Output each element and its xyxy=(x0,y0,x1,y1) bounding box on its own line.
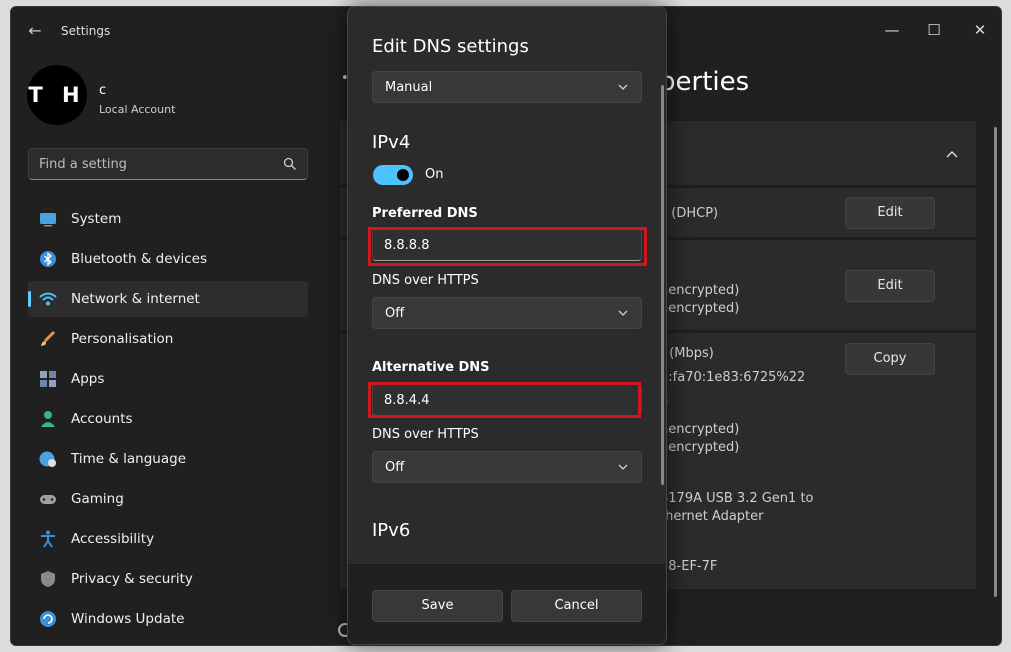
back-arrow-icon[interactable]: ← xyxy=(25,21,45,41)
ip-assignment-value: c (DHCP) xyxy=(660,206,719,221)
toggle-knob xyxy=(397,169,409,181)
doh-label-1: DNS over HTTPS xyxy=(372,273,479,288)
dns-encryption-2: nencrypted) xyxy=(660,301,740,316)
sidebar-item-time-language[interactable]: Time & language xyxy=(28,441,308,477)
close-button[interactable]: ✕ xyxy=(957,15,1001,45)
dialog-scrollbar[interactable] xyxy=(661,85,664,485)
sidebar-item-apps[interactable]: Apps xyxy=(28,361,308,397)
ipv4-toggle-label: On xyxy=(425,167,444,182)
gamepad-icon xyxy=(40,495,56,504)
chevron-up-icon[interactable] xyxy=(946,149,958,161)
sidebar-item-accessibility[interactable]: Accessibility xyxy=(28,521,308,557)
preferred-dns-label: Preferred DNS xyxy=(372,206,478,221)
search-placeholder: Find a setting xyxy=(39,157,127,172)
app-title: Settings xyxy=(61,24,111,38)
minimize-button[interactable]: — xyxy=(869,15,915,45)
accounts-icon xyxy=(41,411,55,427)
dns-mode-value: Manual xyxy=(385,80,433,95)
page-scrollbar[interactable] xyxy=(994,127,997,597)
dns-mode-select[interactable]: Manual xyxy=(372,71,642,103)
sidebar-nav: System Bluetooth & devices Network & inter… xyxy=(28,201,308,641)
sidebar-item-label: System xyxy=(71,211,122,227)
search-input[interactable]: Find a setting xyxy=(28,148,308,180)
dialog-footer: Save Cancel xyxy=(348,564,666,644)
edit-dns-dialog: Edit DNS settings Manual IPv4 On Preferr… xyxy=(347,6,667,645)
dialog-title: Edit DNS settings xyxy=(372,36,529,57)
sidebar-item-network-internet[interactable]: Network & internet xyxy=(28,281,308,317)
ipv6-heading: IPv6 xyxy=(372,520,411,541)
sidebar-item-label: Accessibility xyxy=(71,531,155,547)
sidebar-item-system[interactable]: System xyxy=(28,201,308,237)
apps-icon xyxy=(40,371,56,387)
sidebar-item-label: Bluetooth & devices xyxy=(71,251,208,267)
shield-icon xyxy=(41,571,55,587)
adapter-description-1: 8179A USB 3.2 Gen1 to xyxy=(660,491,814,506)
dns-encryption-1: nencrypted) xyxy=(660,283,740,298)
dns-encryption-3: nencrypted) xyxy=(660,422,740,437)
bluetooth-icon xyxy=(40,251,56,267)
ipv6-address: 5:fa70:1e83:6725%22 xyxy=(660,370,806,385)
chevron-down-icon xyxy=(618,310,628,316)
sidebar-item-label: Apps xyxy=(71,371,105,387)
ipv4-toggle[interactable] xyxy=(373,165,413,185)
accessibility-icon xyxy=(41,530,55,548)
adapter-description-2: thernet Adapter xyxy=(660,509,764,524)
update-icon xyxy=(40,611,56,627)
system-icon xyxy=(40,213,56,227)
user-name: c xyxy=(99,83,107,98)
globe-clock-icon xyxy=(39,451,56,467)
doh-label-2: DNS over HTTPS xyxy=(372,427,479,442)
sidebar-item-privacy-security[interactable]: Privacy & security xyxy=(28,561,308,597)
brush-icon xyxy=(41,330,56,346)
chevron-down-icon xyxy=(618,464,628,470)
ipv4-heading: IPv4 xyxy=(372,132,411,153)
sidebar-item-gaming[interactable]: Gaming xyxy=(28,481,308,517)
highlight-box xyxy=(368,227,647,266)
sidebar-item-label: Personalisation xyxy=(71,331,174,347)
sidebar-item-label: Windows Update xyxy=(71,611,185,627)
maximize-button[interactable]: ☐ xyxy=(911,15,957,45)
search-icon[interactable] xyxy=(283,157,297,171)
sidebar-item-accounts[interactable]: Accounts xyxy=(28,401,308,437)
mac-address: 58-EF-7F xyxy=(660,559,718,574)
sidebar-item-label: Accounts xyxy=(71,411,133,427)
sidebar-item-label: Gaming xyxy=(71,491,124,507)
doh-value-2: Off xyxy=(385,460,405,475)
page-title: perties xyxy=(659,67,750,97)
sidebar-item-label: Privacy & security xyxy=(71,571,193,587)
doh-select-1[interactable]: Off xyxy=(372,297,642,329)
sidebar-item-personalisation[interactable]: Personalisation xyxy=(28,321,308,357)
link-speed: ) (Mbps) xyxy=(660,346,714,361)
chevron-down-icon xyxy=(618,84,628,90)
doh-value-1: Off xyxy=(385,306,405,321)
sidebar-item-label: Time & language xyxy=(71,451,187,467)
sidebar-item-bluetooth-devices[interactable]: Bluetooth & devices xyxy=(28,241,308,277)
doh-select-2[interactable]: Off xyxy=(372,451,642,483)
avatar[interactable]: T H xyxy=(27,65,87,125)
alternative-dns-label: Alternative DNS xyxy=(372,360,490,375)
account-type: Local Account xyxy=(99,103,176,116)
edit-ip-button[interactable]: Edit xyxy=(845,197,935,229)
highlight-box xyxy=(368,382,641,418)
cancel-button[interactable]: Cancel xyxy=(511,590,642,622)
wifi-icon xyxy=(39,292,57,306)
edit-dns-button[interactable]: Edit xyxy=(845,270,935,302)
sidebar-item-windows-update[interactable]: Windows Update xyxy=(28,601,308,637)
copy-button[interactable]: Copy xyxy=(845,343,935,375)
sidebar-item-label: Network & internet xyxy=(71,291,200,307)
save-button[interactable]: Save xyxy=(372,590,503,622)
dns-encryption-4: nencrypted) xyxy=(660,440,740,455)
